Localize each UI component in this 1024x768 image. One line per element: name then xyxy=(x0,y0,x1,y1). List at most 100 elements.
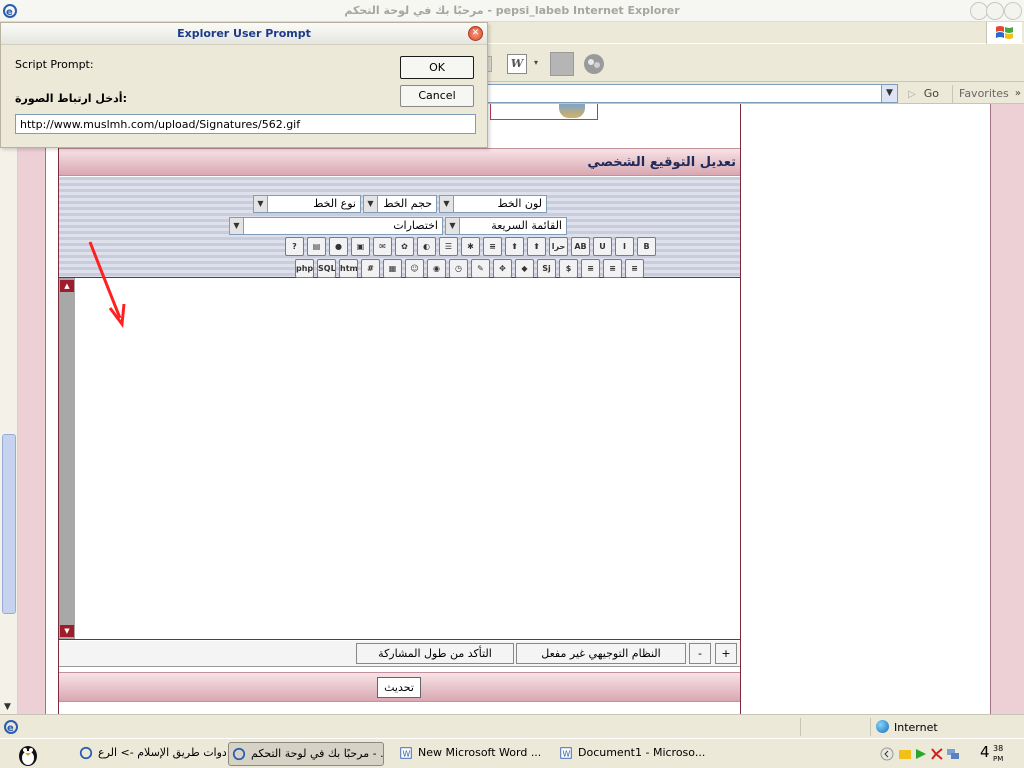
taskbar-item-active[interactable]: مرحبًا بك في لوحة التحكم - ... xyxy=(228,742,384,766)
html-button[interactable]: htm xyxy=(339,259,358,278)
real-button[interactable]: ● xyxy=(329,237,348,256)
chevron-icon[interactable]: » xyxy=(1015,85,1021,103)
internet-explorer-icon xyxy=(79,746,93,760)
chevron-down-icon[interactable]: ▼ xyxy=(230,218,244,234)
go-button[interactable]: ▷ Go xyxy=(908,87,939,100)
prompt-input[interactable] xyxy=(15,114,476,134)
favorites-link[interactable]: Favorites » xyxy=(952,85,1024,103)
messenger-icon[interactable] xyxy=(582,52,606,76)
ok-button[interactable]: OK xyxy=(400,56,474,79)
font-type-select[interactable]: ▼ نوع الخط xyxy=(253,195,361,213)
clock-hour: 4 xyxy=(980,743,990,761)
php-button[interactable]: php xyxy=(295,259,314,278)
draw-button[interactable]: ✎ xyxy=(471,259,490,278)
smile-button[interactable]: ☺ xyxy=(405,259,424,278)
antivirus-tray-icon[interactable] xyxy=(930,747,944,761)
banner-image xyxy=(490,104,598,120)
chevron-down-icon[interactable]: ▼ xyxy=(446,218,460,234)
font-color-select[interactable]: ▼ لون الخط xyxy=(439,195,547,213)
font-size-select[interactable]: ▼ حجم الخط xyxy=(363,195,437,213)
image-button[interactable]: ▣ xyxy=(351,237,370,256)
email-link-button[interactable]: ⬆ xyxy=(505,237,524,256)
blank-toolbar-icon[interactable] xyxy=(550,52,574,76)
chevron-down-icon[interactable]: ▼ xyxy=(254,196,268,212)
maximize-button[interactable] xyxy=(986,2,1004,20)
table-button[interactable]: ▦ xyxy=(383,259,402,278)
penguin-icon[interactable] xyxy=(14,741,42,767)
sql-button[interactable]: SQL xyxy=(317,259,336,278)
timer-button[interactable]: ◷ xyxy=(449,259,468,278)
page-margin-left xyxy=(18,104,46,714)
dialog-title: Explorer User Prompt xyxy=(177,27,311,40)
expand-textarea-button[interactable]: + xyxy=(715,643,737,664)
doc-button[interactable]: ▤ xyxy=(307,237,326,256)
flash-button[interactable]: ✿ xyxy=(395,237,414,256)
page-scrollbar[interactable]: ▼ xyxy=(0,104,18,714)
page-scroll-thumb[interactable] xyxy=(2,434,16,614)
form-title: تعديل التوقيع الشخصي xyxy=(587,155,736,170)
chevron-down-icon[interactable]: ▼ xyxy=(440,196,454,212)
address-input[interactable]: ▼ xyxy=(480,84,898,103)
sj-button[interactable]: Sj xyxy=(537,259,556,278)
signature-textarea[interactable]: ▲ ▼ xyxy=(59,278,740,640)
taskbar-item[interactable]: W New Microsoft Word ... xyxy=(396,742,550,766)
scroll-down-icon[interactable]: ▼ xyxy=(4,702,11,712)
chevron-down-icon[interactable]: ▼ xyxy=(364,196,378,212)
messenger-tray-icon[interactable] xyxy=(898,747,912,761)
close-window-button[interactable] xyxy=(1004,2,1022,20)
underline-button[interactable]: U xyxy=(593,237,612,256)
green-button[interactable]: ◆ xyxy=(515,259,534,278)
go-label: Go xyxy=(923,87,939,100)
cancel-button[interactable]: Cancel xyxy=(400,85,474,107)
shrink-textarea-button[interactable]: - xyxy=(689,643,711,664)
media-button[interactable]: ◉ xyxy=(427,259,446,278)
textarea-controls: + - النظام التوجيهي غير مفعل التأكد من ط… xyxy=(59,641,740,667)
arabic-text-button[interactable]: حرا xyxy=(549,237,568,256)
globe-button[interactable]: ◐ xyxy=(417,237,436,256)
hash-button[interactable]: # xyxy=(361,259,380,278)
address-dropdown-icon[interactable]: ▼ xyxy=(881,85,897,102)
close-icon[interactable]: ✕ xyxy=(468,26,483,41)
script-prompt-label: Script Prompt: xyxy=(15,58,94,71)
svg-text:W: W xyxy=(403,750,411,759)
window-title: مرحبًا بك في لوحة التحكم - pepsi_labeb I… xyxy=(344,4,680,17)
explorer-user-prompt-dialog: Explorer User Prompt ✕ Script Prompt: أد… xyxy=(0,22,488,148)
list-button[interactable]: ☰ xyxy=(439,237,458,256)
justify-center-button[interactable]: ≡ xyxy=(603,259,622,278)
dollar-button[interactable]: $ xyxy=(559,259,578,278)
help-button[interactable]: ? xyxy=(285,237,304,256)
italic-button[interactable]: I xyxy=(615,237,634,256)
word-icon[interactable]: W xyxy=(507,54,527,74)
system-clock: 4 38 PM xyxy=(980,743,1003,763)
align-button[interactable]: ≡ xyxy=(483,237,502,256)
quick-list-select[interactable]: ▼ القائمة السريعة xyxy=(445,217,567,235)
taskbar-item[interactable]: W Document1 - Microso... xyxy=(556,742,706,766)
update-button[interactable]: تحديث xyxy=(377,677,421,698)
status-divider xyxy=(800,718,801,736)
shortcuts-select[interactable]: ▼ اختصارات xyxy=(229,217,443,235)
link-button[interactable]: ⬆ xyxy=(527,237,546,256)
dialog-titlebar: Explorer User Prompt ✕ xyxy=(1,23,487,45)
security-zone: Internet xyxy=(876,720,938,734)
network-tray-icon[interactable] xyxy=(946,747,960,761)
update-bar: تحديث xyxy=(59,672,740,702)
scroll-up-icon[interactable]: ▲ xyxy=(60,280,74,292)
textarea-scrollbar[interactable]: ▲ ▼ xyxy=(59,278,75,639)
guided-mode-button[interactable]: النظام التوجيهي غير مفعل xyxy=(516,643,686,664)
justify-right-button[interactable]: ≡ xyxy=(625,259,644,278)
strike-button[interactable]: AB xyxy=(571,237,590,256)
glow-button[interactable]: ✱ xyxy=(461,237,480,256)
justify-left-button[interactable]: ≡ xyxy=(581,259,600,278)
page-icon: e xyxy=(4,720,18,734)
media-tray-icon[interactable] xyxy=(914,747,928,761)
check-length-button[interactable]: التأكد من طول المشاركة xyxy=(356,643,514,664)
bold-button[interactable]: B xyxy=(637,237,656,256)
window-titlebar: e مرحبًا بك في لوحة التحكم - pepsi_labeb… xyxy=(0,0,1024,22)
status-bar: e Internet xyxy=(0,714,1024,738)
taskbar-item[interactable]: أدوات طريق الإسلام -> الرع... xyxy=(76,742,226,766)
mail-button[interactable]: ✉ xyxy=(373,237,392,256)
internet-explorer-icon xyxy=(232,747,246,761)
scroll-down-icon[interactable]: ▼ xyxy=(60,625,74,637)
move-button[interactable]: ✥ xyxy=(493,259,512,278)
tray-expand-icon[interactable] xyxy=(880,747,894,761)
